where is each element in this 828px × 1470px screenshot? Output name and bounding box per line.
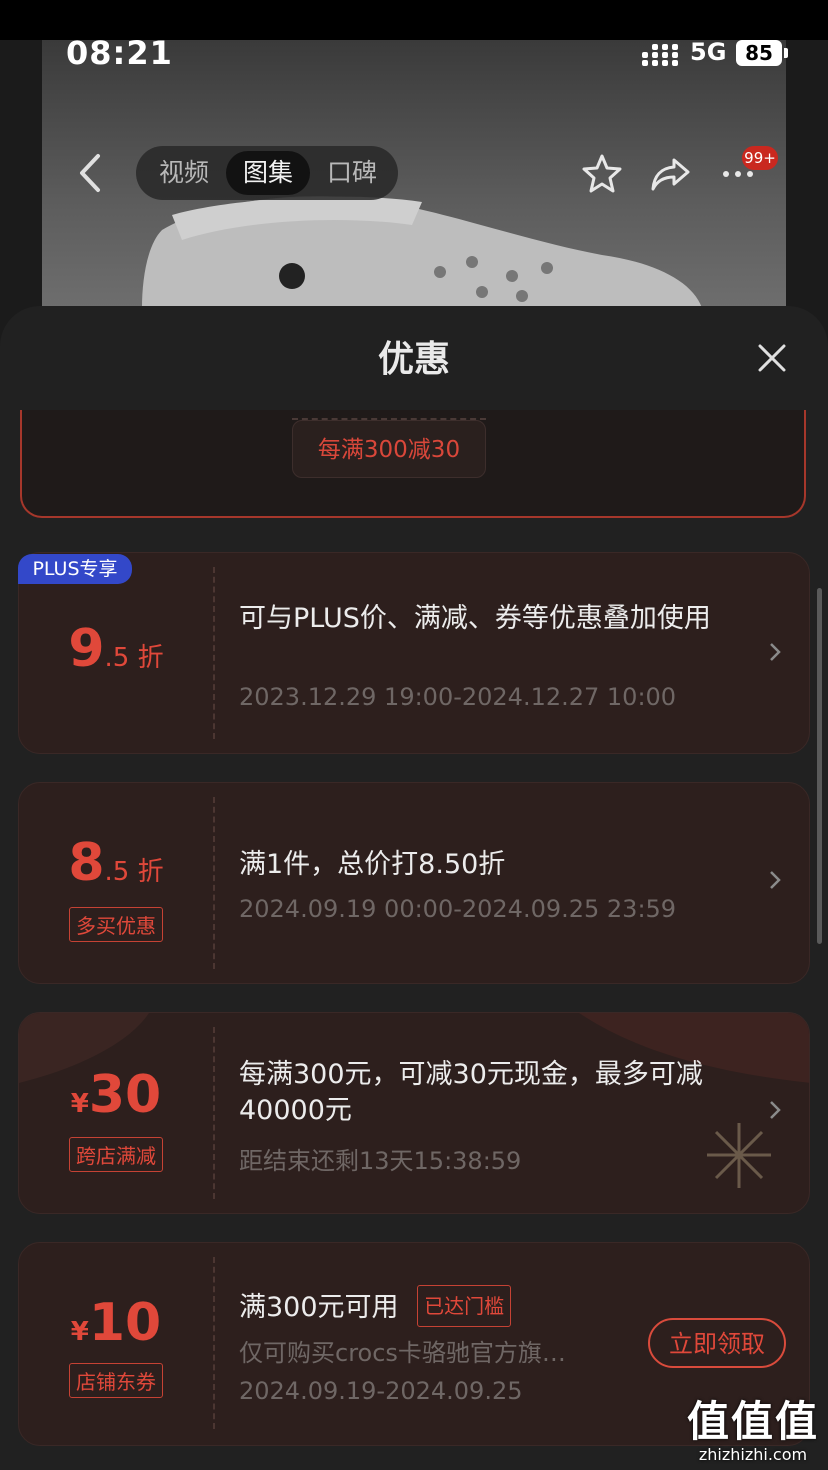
sheet-title: 优惠 [377, 339, 450, 380]
offer-card-multi-buy[interactable]: 8.5 折 多买优惠 满1件，总价打8.50折 2024.09.19 00:00… [18, 782, 810, 984]
network-label: 5G [690, 38, 727, 66]
divider [213, 567, 215, 739]
offer-card-plus[interactable]: 9.5 折 可与PLUS价、满减、券等优惠叠加使用 2023.12.29 19:… [18, 552, 810, 754]
battery-tip [784, 48, 788, 58]
discount-main: 9 [68, 619, 105, 679]
watermark-url: zhizhizhi.com [698, 1445, 808, 1464]
offer-type-tag: 店铺东券 [69, 1363, 163, 1398]
countdown-text: 距结束还剩13天15:38:59 [239, 1147, 522, 1175]
tab-reviews[interactable]: 口碑 [310, 151, 394, 195]
offer-value: ¥10 店铺东券 [19, 1243, 213, 1445]
close-icon[interactable] [752, 338, 792, 378]
coupon-amount: 10 [88, 1293, 162, 1353]
battery-icon: 85 [736, 40, 782, 66]
currency-symbol: ¥ [70, 1317, 89, 1347]
share-icon[interactable] [648, 152, 692, 196]
discount-unit: .5 折 [104, 643, 164, 673]
offer-title: 满1件，总价打8.50折 [239, 849, 506, 880]
offer-type-tag: 多买优惠 [69, 907, 163, 942]
discount-unit: .5 折 [104, 857, 164, 887]
offer-date: 2024.09.19-2024.09.25 [239, 1377, 523, 1405]
divider [213, 1257, 215, 1429]
promo-tag: 每满300减30 [292, 420, 486, 478]
tab-gallery[interactable]: 图集 [226, 151, 310, 195]
signal-icon [642, 42, 678, 66]
currency-symbol: ¥ [70, 1089, 89, 1119]
scrollbar[interactable] [817, 588, 822, 944]
threshold-tag: 已达门槛 [417, 1285, 512, 1327]
watermark-logo: 值值值 [686, 1397, 819, 1446]
divider [292, 410, 486, 420]
watermark: 值值值 zhizhizhi.com [680, 1388, 826, 1464]
divider [213, 1027, 215, 1199]
discount-main: 8 [68, 833, 105, 893]
chevron-right-icon [770, 643, 781, 661]
media-tabs: 视频 图集 口碑 [136, 146, 398, 200]
offer-date: 2023.12.29 19:00-2024.12.27 10:00 [239, 683, 677, 711]
tab-video[interactable]: 视频 [142, 151, 226, 195]
notification-badge: 99+ [742, 146, 778, 170]
offer-card-cross-store[interactable]: ¥30 跨店满减 每满300元，可减30元现金，最多可减40000元 距结束还剩… [18, 1012, 810, 1214]
offer-value: ¥30 跨店满减 [19, 1013, 213, 1213]
offer-title-row: 满300元可用 已达门槛 [239, 1285, 659, 1327]
back-icon[interactable] [72, 150, 108, 196]
offer-value: 8.5 折 多买优惠 [19, 783, 213, 983]
offer-title: 每满300元，可减30元现金，最多可减40000元 [239, 1059, 703, 1126]
offer-subtitle: 仅可购买crocs卡骆驰官方旗… [239, 1339, 566, 1367]
offer-type-tag: 跨店满减 [69, 1137, 163, 1172]
claim-coupon-button[interactable]: 立即领取 [648, 1318, 786, 1368]
offer-title: 可与PLUS价、满减、券等优惠叠加使用 [239, 603, 711, 634]
divider [213, 797, 215, 969]
discount-main: 30 [88, 1065, 162, 1125]
plus-badge: PLUS专享 [18, 554, 132, 584]
offer-title: 满300元可用 [239, 1292, 399, 1323]
chevron-right-icon [770, 871, 781, 889]
star-icon[interactable] [580, 152, 624, 196]
offer-date: 2024.09.19 00:00-2024.09.25 23:59 [239, 895, 677, 923]
status-time: 08:21 [66, 34, 173, 72]
chevron-right-icon [770, 1101, 781, 1119]
